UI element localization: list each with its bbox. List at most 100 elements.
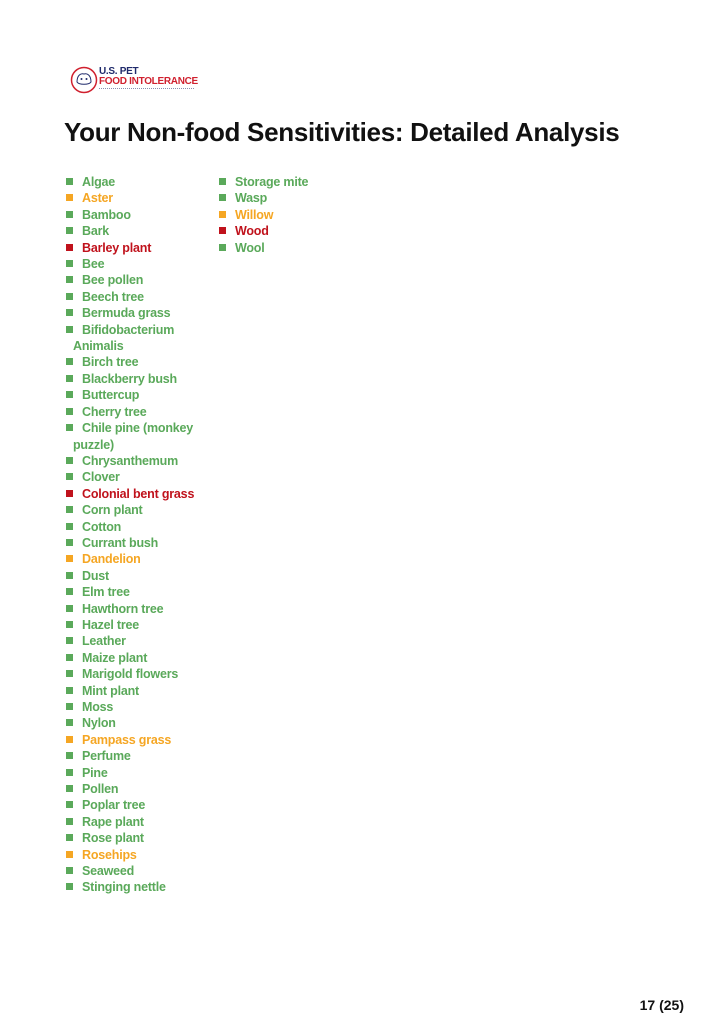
list-item: Maize plant: [66, 650, 204, 666]
status-square-icon: [66, 292, 73, 300]
status-square-icon: [66, 735, 73, 743]
status-square-icon: [66, 276, 73, 284]
status-square-icon: [66, 867, 73, 875]
list-item: Seaweed: [66, 863, 204, 879]
list-item: Marigold flowers: [66, 666, 204, 682]
list-item: Bifidobacterium Animalis: [66, 322, 204, 355]
list-item: Nylon: [66, 715, 204, 731]
list-item: Pine: [66, 765, 204, 781]
list-item: Rape plant: [66, 814, 204, 830]
status-square-icon: [66, 555, 73, 563]
list-item-label: Poplar tree: [82, 798, 146, 813]
list-item-label: Dust: [82, 568, 109, 583]
list-item-label: Willow: [235, 207, 274, 222]
logo-tagline-decoration: [99, 88, 194, 91]
list-item-label: Chrysanthemum: [82, 453, 179, 468]
list-item-label: Corn plant: [82, 503, 143, 518]
status-square-icon: [66, 719, 73, 727]
list-item-label: Elm tree: [82, 585, 130, 600]
list-item-label: Cotton: [82, 519, 122, 534]
list-item-label: Barley plant: [82, 240, 152, 255]
status-square-icon: [66, 620, 73, 628]
status-square-icon: [66, 194, 73, 202]
list-item-label: Colonial bent grass: [82, 486, 195, 501]
status-square-icon: [66, 210, 73, 218]
status-square-icon: [66, 407, 73, 415]
status-square-icon: [66, 358, 73, 366]
status-square-icon: [66, 834, 73, 842]
list-item-label: Bee pollen: [82, 273, 144, 288]
list-item-label: Beech tree: [82, 289, 144, 304]
list-item: Dandelion: [66, 551, 204, 567]
status-square-icon: [66, 670, 73, 678]
list-item-label: Perfume: [82, 749, 131, 764]
status-square-icon: [66, 571, 73, 579]
status-square-icon: [66, 391, 73, 399]
list-item-label: Bark: [82, 224, 109, 239]
status-square-icon: [219, 227, 226, 235]
logo-text-line2: FOOD INTOLERANCE: [99, 76, 198, 87]
list-item-label: Pine: [82, 765, 108, 780]
list-item: Moss: [66, 699, 204, 715]
list-item: Bermuda grass: [66, 305, 204, 321]
status-square-icon: [66, 489, 73, 497]
list-item: Elm tree: [66, 584, 204, 600]
status-square-icon: [66, 604, 73, 612]
list-item-label: Wasp: [235, 191, 268, 206]
sensitivity-list-column-1: Algae Aster Bamboo Bark Barley plant Bee Bee p…: [66, 174, 204, 896]
list-item-label: Chile pine (monkey puzzle): [73, 421, 194, 452]
list-item: Cotton: [66, 519, 204, 535]
list-item: Leather: [66, 633, 204, 649]
list-item-label: Storage mite: [235, 175, 309, 189]
list-item: Hazel tree: [66, 617, 204, 633]
list-item: Birch tree: [66, 354, 204, 370]
status-square-icon: [219, 243, 226, 251]
status-square-icon: [66, 768, 73, 776]
list-item: Poplar tree: [66, 797, 204, 813]
list-item-label: Rose plant: [82, 831, 144, 846]
list-item-label: Bee: [82, 257, 105, 272]
list-item: Bee pollen: [66, 272, 204, 288]
list-item-label: Leather: [82, 634, 126, 649]
list-item: Stinging nettle: [66, 879, 204, 895]
list-item: Wasp: [219, 190, 357, 206]
list-item: Barley plant: [66, 240, 204, 256]
pet-logo-icon: [70, 66, 98, 94]
list-item-label: Mint plant: [82, 683, 140, 698]
list-item: Bee: [66, 256, 204, 272]
status-square-icon: [66, 801, 73, 809]
list-item-label: Rape plant: [82, 814, 144, 829]
list-item-label: Wool: [235, 240, 265, 255]
status-square-icon: [66, 260, 73, 268]
list-item-label: Algae: [82, 175, 116, 189]
status-square-icon: [66, 653, 73, 661]
list-item-label: Bifidobacterium Animalis: [73, 322, 175, 354]
status-square-icon: [66, 178, 73, 185]
list-item-label: Buttercup: [82, 388, 140, 403]
list-item-label: Blackberry bush: [82, 371, 177, 386]
status-square-icon: [219, 210, 226, 218]
page-title: Your Non-food Sensitivities: Detailed An…: [64, 117, 620, 147]
list-item: Mint plant: [66, 683, 204, 699]
list-item-label: Birch tree: [82, 355, 139, 370]
list-item: Dust: [66, 568, 204, 584]
status-square-icon: [66, 424, 73, 432]
status-square-icon: [66, 752, 73, 760]
list-item: Willow: [219, 207, 357, 223]
list-item-label: Dandelion: [82, 552, 141, 567]
status-square-icon: [66, 785, 73, 793]
status-square-icon: [66, 637, 73, 645]
list-item-label: Hazel tree: [82, 617, 140, 632]
list-item: Perfume: [66, 748, 204, 764]
status-square-icon: [219, 178, 226, 185]
page-number: 17 (25): [639, 997, 684, 1013]
list-item: Corn plant: [66, 502, 204, 518]
list-item-label: Stinging nettle: [82, 880, 166, 895]
status-square-icon: [66, 456, 73, 464]
list-item-label: Seaweed: [82, 864, 135, 879]
list-item: Cherry tree: [66, 404, 204, 420]
list-item: Wood: [219, 223, 357, 239]
status-square-icon: [66, 850, 73, 858]
list-item: Chrysanthemum: [66, 453, 204, 469]
status-square-icon: [66, 227, 73, 235]
